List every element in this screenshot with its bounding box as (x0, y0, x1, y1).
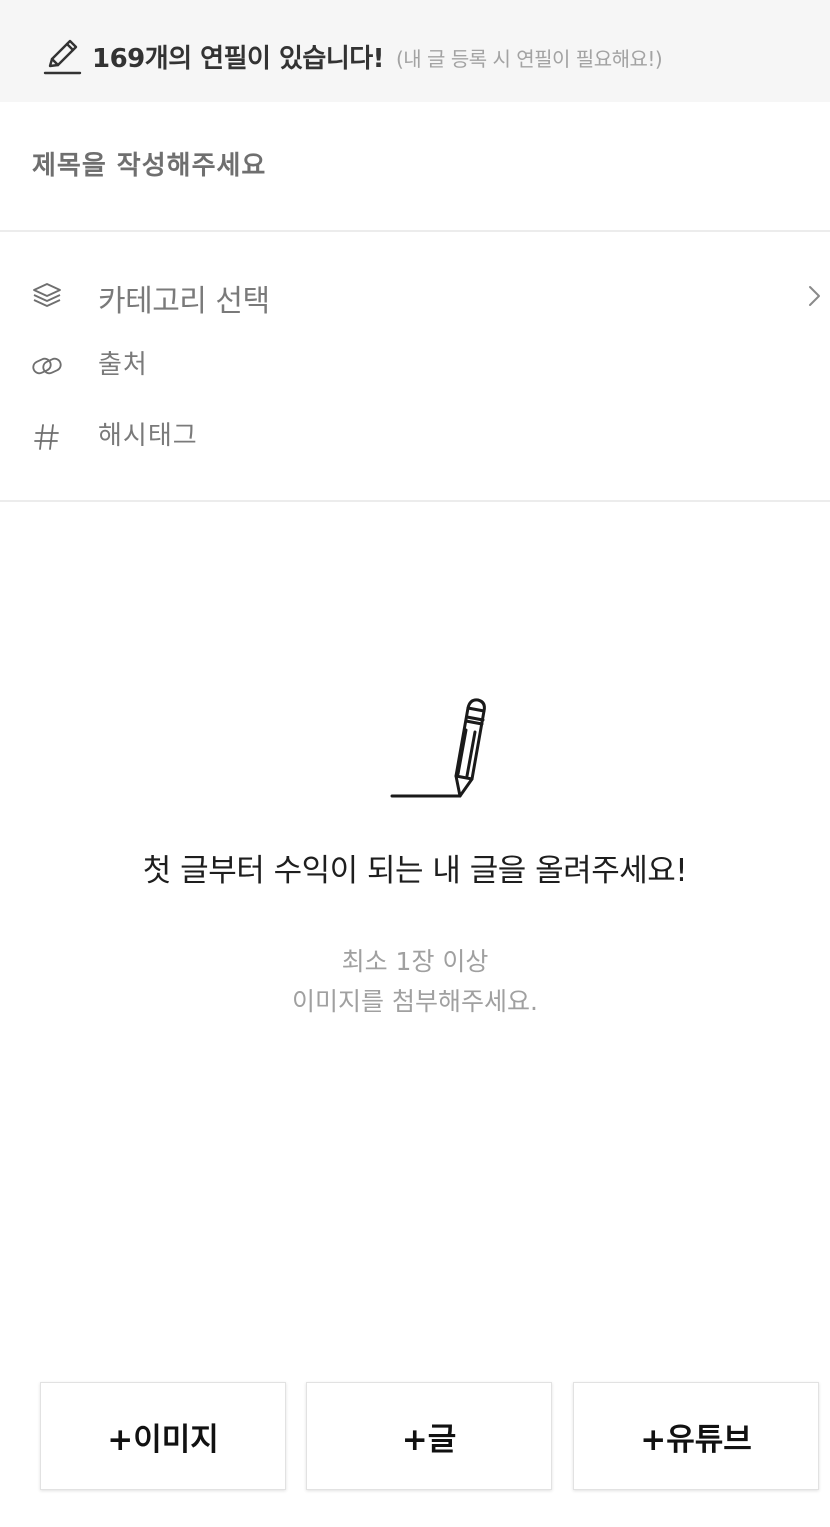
category-select-label: 카테고리 선택 (98, 284, 270, 319)
pencil-requirement-note: (내 글 등록 시 연필이 필요해요!) (396, 47, 663, 71)
hash-icon (30, 420, 64, 454)
hint-line-1: 최소 1장 이상 (341, 947, 489, 976)
empty-state-headline: 첫 글부터 수익이 되는 내 글을 올려주세요! (142, 853, 688, 889)
hashtag-input[interactable] (98, 414, 778, 458)
pencil-writing-icon (388, 690, 498, 802)
pencil-icon (42, 36, 82, 76)
title-input[interactable] (32, 144, 792, 188)
chevron-right-icon (804, 282, 824, 310)
pencil-count-banner: 169개의 연필이 있습니다! (내 글 등록 시 연필이 필요해요!) (0, 0, 830, 102)
layers-icon (30, 278, 64, 312)
empty-state-hint: 최소 1장 이상 이미지를 첨부해주세요. (0, 942, 830, 1022)
add-text-button[interactable]: +글 (306, 1382, 552, 1490)
post-meta-section: 카테고리 선택 (0, 232, 830, 502)
category-select-row[interactable]: 카테고리 선택 (0, 264, 830, 324)
title-section (0, 102, 830, 232)
add-content-bar: +이미지 +글 +유튜브 (0, 1382, 830, 1492)
add-image-button[interactable]: +이미지 (40, 1382, 286, 1490)
source-row (0, 335, 830, 395)
hashtag-row (0, 406, 830, 466)
link-icon (30, 349, 64, 383)
add-youtube-button[interactable]: +유튜브 (573, 1382, 819, 1490)
pencil-count-text: 169개의 연필이 있습니다! (92, 44, 385, 74)
hint-line-2: 이미지를 첨부해주세요. (292, 987, 538, 1016)
source-input[interactable] (98, 343, 778, 387)
